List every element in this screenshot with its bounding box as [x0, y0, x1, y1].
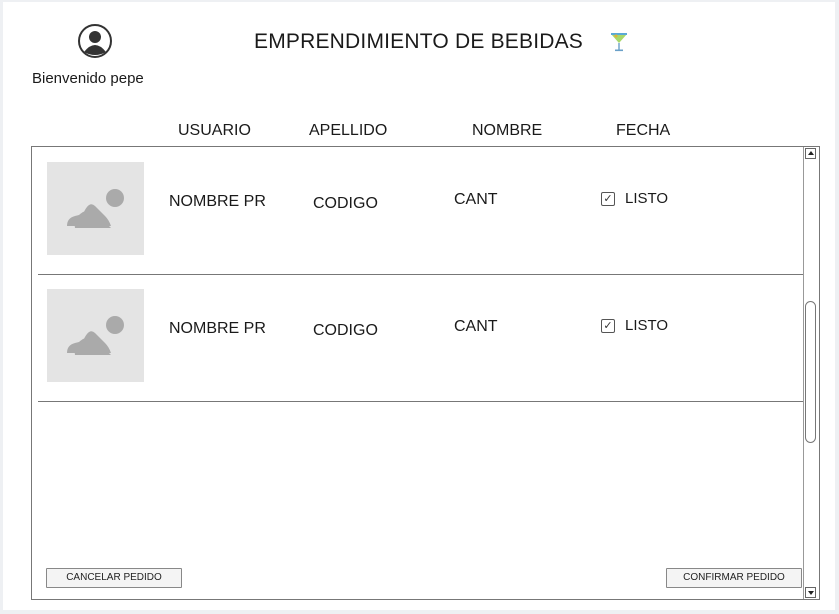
scrollbar-thumb[interactable] [805, 301, 816, 443]
scroll-down-arrow-icon[interactable] [805, 587, 816, 598]
list-item[interactable]: NOMBRE PR CODIGO CANT ✓ LISTO [38, 274, 805, 402]
product-name: NOMBRE PR [169, 193, 266, 210]
welcome-text: Bienvenido pepe [32, 70, 144, 87]
product-quantity: CANT [454, 191, 498, 208]
scroll-up-arrow-icon[interactable] [805, 148, 816, 159]
vertical-scrollbar[interactable] [803, 147, 819, 599]
order-list[interactable]: NOMBRE PR CODIGO CANT ✓ LISTO NOMBRE PR … [31, 146, 820, 600]
ready-checkbox[interactable]: ✓ [601, 192, 615, 206]
user-avatar-icon[interactable] [78, 24, 112, 58]
ready-label: LISTO [625, 190, 669, 207]
column-header-fecha: FECHA [616, 122, 671, 139]
app-frame: Bienvenido pepe EMPRENDIMIENTO DE BEBIDA… [3, 2, 835, 610]
product-name: NOMBRE PR [169, 320, 266, 337]
product-code: CODIGO [313, 195, 378, 212]
column-header-nombre: NOMBRE [472, 122, 543, 139]
confirm-order-button[interactable]: CONFIRMAR PEDIDO [666, 568, 802, 588]
cocktail-icon [611, 33, 627, 52]
product-code: CODIGO [313, 322, 378, 339]
ready-checkbox[interactable]: ✓ [601, 319, 615, 333]
page-title: EMPRENDIMIENTO DE BEBIDAS [254, 30, 584, 53]
list-item[interactable]: NOMBRE PR CODIGO CANT ✓ LISTO [38, 147, 805, 275]
column-header-apellido: APELLIDO [309, 122, 388, 139]
column-header-usuario: USUARIO [178, 122, 251, 139]
image-placeholder-icon [47, 162, 144, 255]
image-placeholder-icon [47, 289, 144, 382]
cancel-order-button[interactable]: CANCELAR PEDIDO [46, 568, 182, 588]
product-quantity: CANT [454, 318, 498, 335]
ready-label: LISTO [625, 317, 669, 334]
